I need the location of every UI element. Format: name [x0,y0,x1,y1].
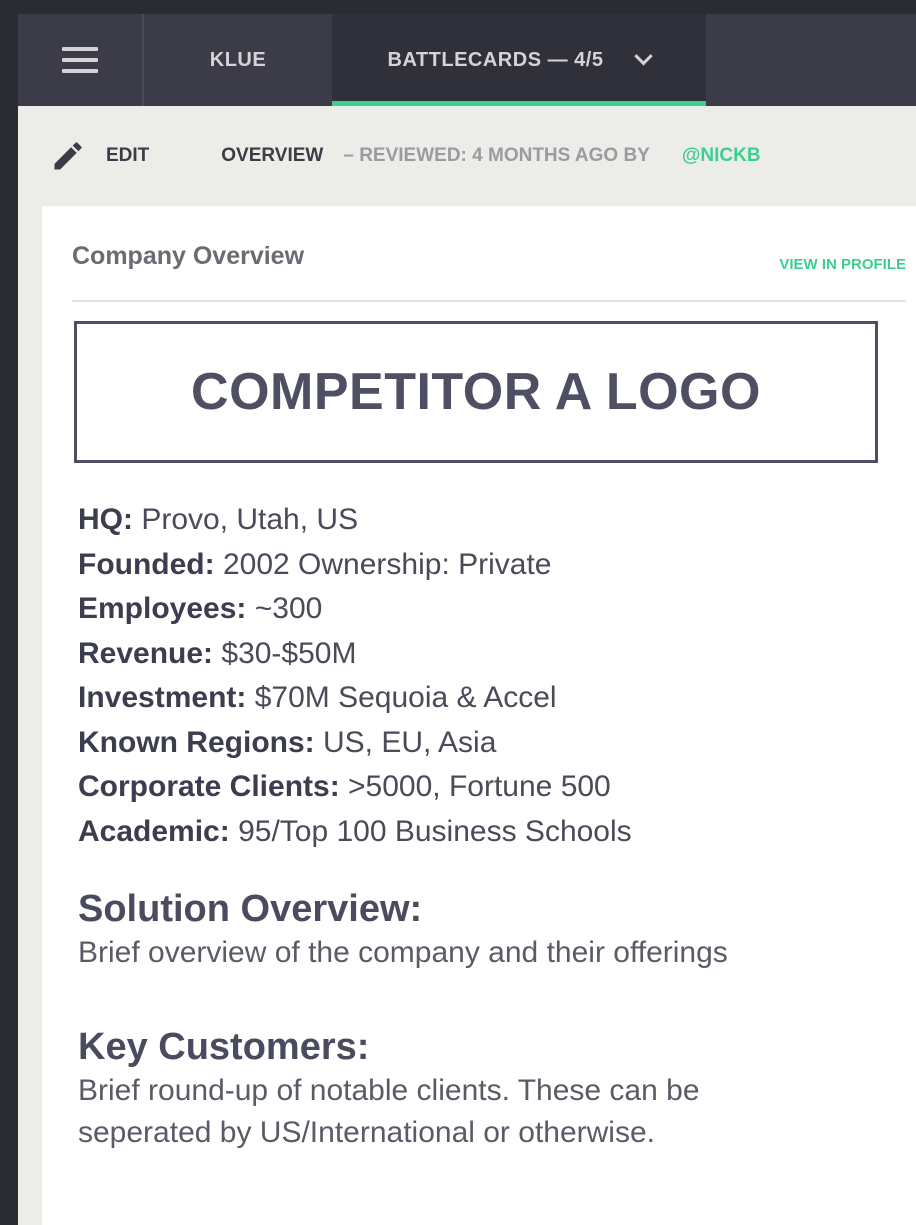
solution-overview-section: Solution Overview: Brief overview of the… [78,886,728,974]
fact-value: 95/Top 100 Business Schools [229,814,632,848]
card-header: Company Overview VIEW IN PROFILE [72,230,906,302]
fact-key: Founded: [78,547,215,581]
fact-key: Academic: [78,814,230,848]
key-customers-text-line: Brief round-up of notable clients. These… [78,1074,700,1107]
fact-row: Academic: 95/Top 100 Business Schools [78,810,632,855]
fact-key: Corporate Clients: [78,770,340,803]
fact-row: Employees: ~300 [78,587,632,632]
fact-value: $30-$50M [213,636,357,670]
key-customers-section: Key Customers: Brief round-up of notable… [78,1024,700,1154]
window-frame: KLUE BATTLECARDS — 4/5 EDIT OVERVIEW – R… [0,0,916,1225]
fact-row: Known Regions: US, EU, Asia [78,721,632,766]
tab-klue[interactable]: KLUE [144,14,332,106]
menu-button[interactable] [18,14,144,106]
fact-row: Founded: 2002 Ownership: Private [78,543,632,588]
reviewed-text: – REVIEWED: 4 MONTHS AGO BY [343,145,650,166]
fact-value: US, EU, Asia [314,725,497,759]
fact-row: Revenue: $30-$50M [78,632,632,677]
fact-key: Known Regions: [78,725,315,759]
tab-klue-label: KLUE [209,48,267,71]
hamburger-icon [62,47,98,73]
fact-row: HQ: Provo, Utah, US [78,498,632,543]
fact-key: Employees: [78,592,247,625]
fact-value: ~300 [246,592,323,625]
company-facts: HQ: Provo, Utah, US Founded: 2002 Owners… [78,498,632,854]
logo-text: COMPETITOR A LOGO [191,363,761,421]
fact-key: HQ: [78,503,133,536]
fact-value: >5000, Fortune 500 [339,770,611,803]
fact-key: Revenue: [78,636,214,670]
pencil-icon [54,142,82,170]
fact-row: Corporate Clients: >5000, Fortune 500 [78,765,632,810]
solution-overview-heading: Solution Overview: [78,888,423,930]
competitor-logo: COMPETITOR A LOGO [74,321,878,463]
key-customers-text-line: seperated by US/International or otherwi… [78,1116,655,1149]
reviewer-link[interactable]: @NICKB [682,145,761,167]
fact-row: Investment: $70M Sequoia & Accel [78,676,632,721]
key-customers-heading: Key Customers: [78,1026,370,1068]
card-title: Company Overview [72,242,305,270]
chevron-down-icon[interactable] [634,46,654,65]
edit-label: EDIT [106,145,150,166]
overview-card: Company Overview VIEW IN PROFILE COMPETI… [42,206,916,1225]
solution-overview-text: Brief overview of the company and their … [78,936,728,969]
section-label: OVERVIEW [221,145,324,166]
fact-value: 2002 Ownership: Private [214,547,552,581]
tab-battlecards[interactable]: BATTLECARDS — 4/5 [332,14,706,106]
edit-button[interactable]: EDIT [50,138,149,174]
battlecard-app: KLUE BATTLECARDS — 4/5 EDIT OVERVIEW – R… [18,14,916,1225]
card-toolbar: EDIT OVERVIEW – REVIEWED: 4 MONTHS AGO B… [18,106,916,206]
fact-value: Provo, Utah, US [133,503,359,536]
fact-key: Investment: [78,681,247,714]
top-nav: KLUE BATTLECARDS — 4/5 [18,14,916,106]
view-in-profile-link[interactable]: VIEW IN PROFILE [779,256,906,273]
tab-battlecards-label: BATTLECARDS — 4/5 [387,48,604,71]
fact-value: $70M Sequoia & Accel [246,681,557,714]
